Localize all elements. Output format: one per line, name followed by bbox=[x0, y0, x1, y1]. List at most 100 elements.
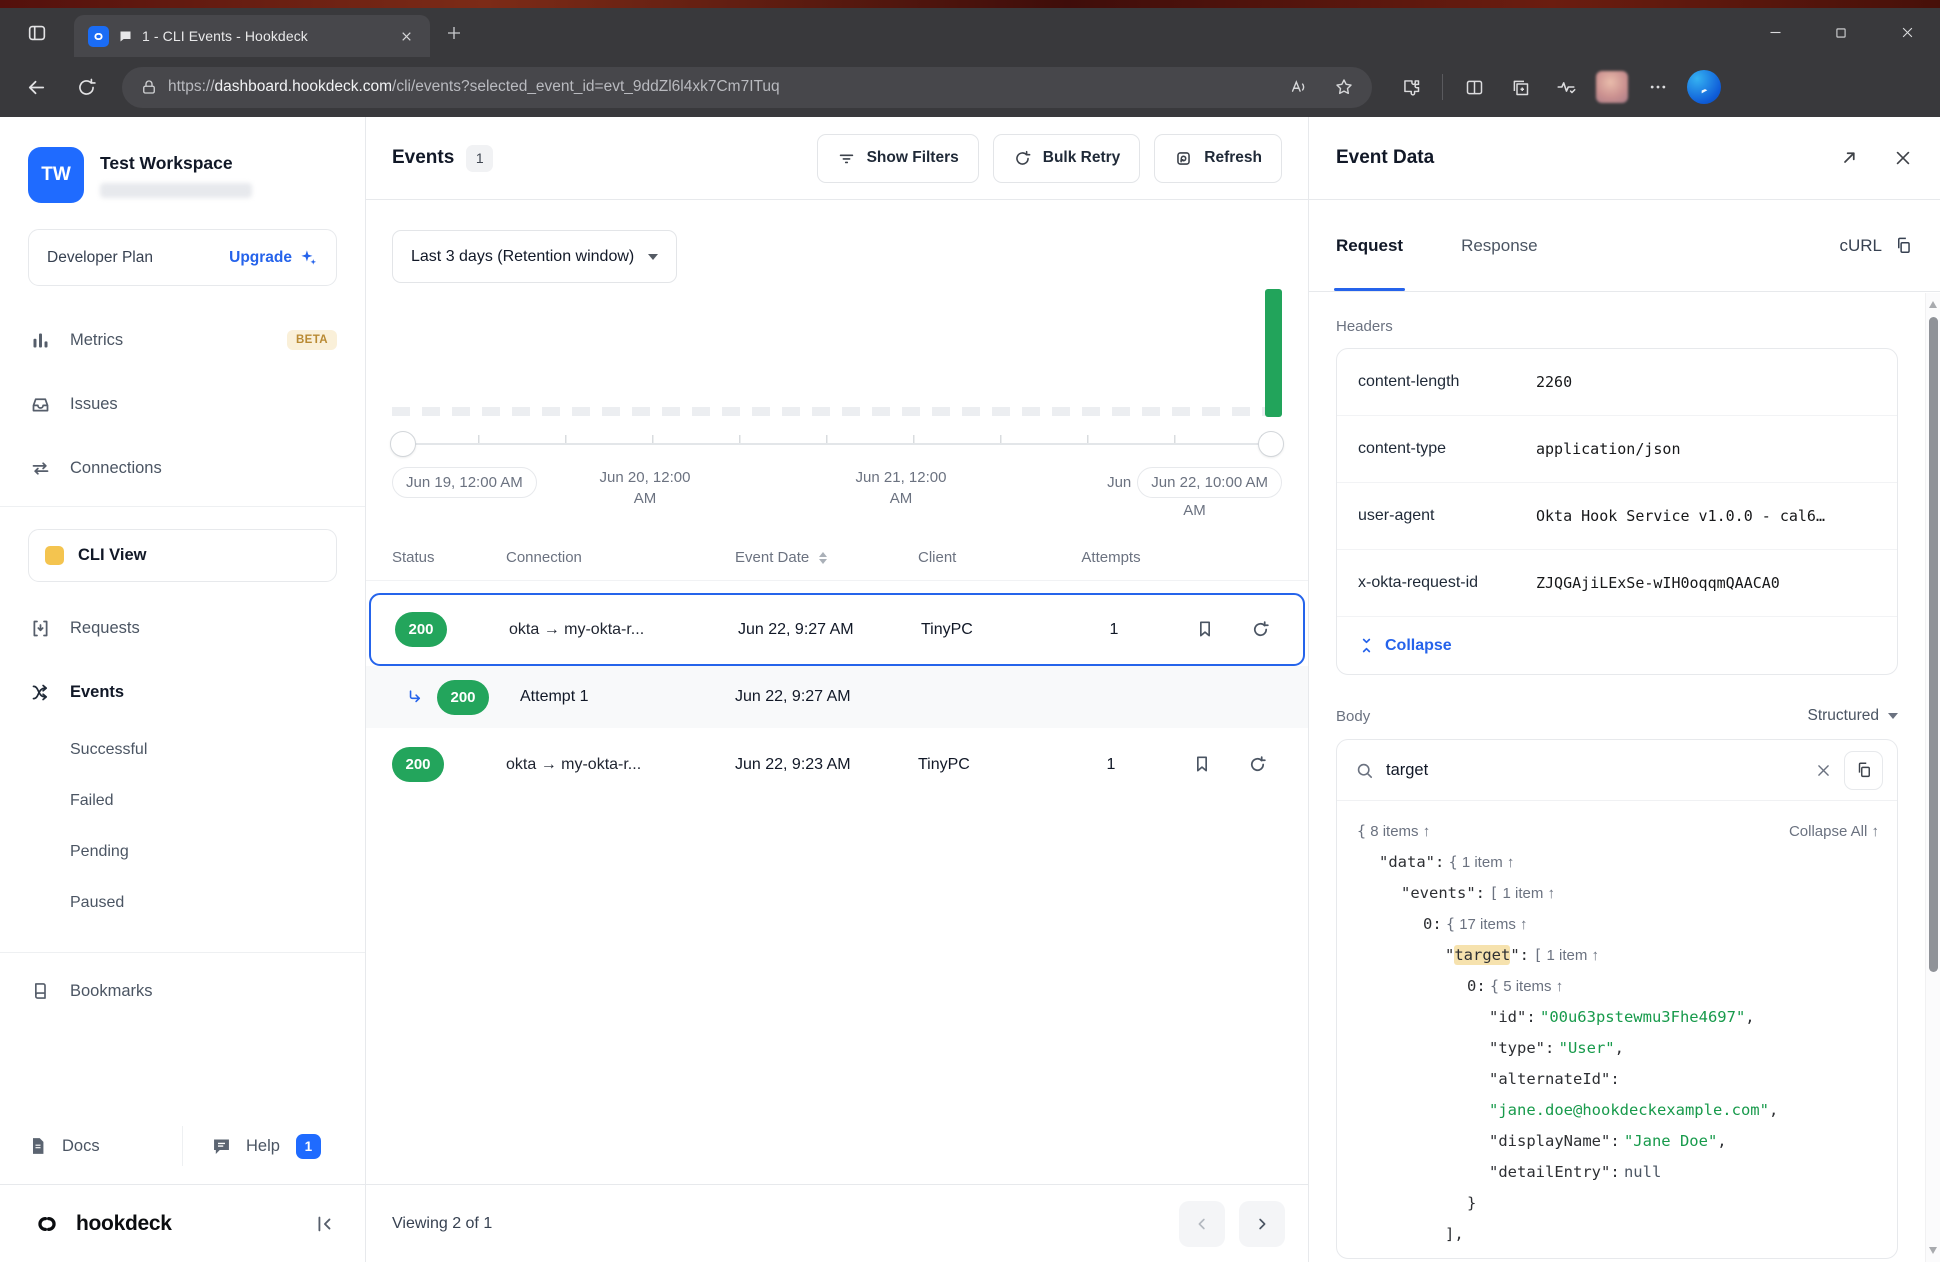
sidebar-item-paused[interactable]: Paused bbox=[0, 877, 365, 928]
timeline-label-end: Jun Jun 22, 10:00 AM AM bbox=[1107, 467, 1282, 519]
tab-close-button[interactable] bbox=[394, 24, 418, 48]
column-header-status[interactable]: Status bbox=[392, 549, 506, 566]
expand-panel-icon[interactable] bbox=[1838, 148, 1859, 169]
favorite-star-icon[interactable] bbox=[1326, 69, 1362, 105]
bing-copilot-icon[interactable] bbox=[1683, 66, 1725, 108]
bulk-retry-button[interactable]: Bulk Retry bbox=[993, 134, 1141, 183]
address-bar[interactable]: https://dashboard.hookdeck.com/cli/event… bbox=[122, 67, 1372, 108]
tab-response[interactable]: Response bbox=[1461, 200, 1538, 291]
scroll-down-arrow[interactable] bbox=[1929, 1247, 1937, 1254]
panel-header: Event Data bbox=[1309, 117, 1940, 200]
json-line[interactable]: 0: { 5 items ↑ bbox=[1357, 971, 1877, 1002]
tab-request[interactable]: Request bbox=[1336, 200, 1403, 291]
json-line[interactable]: "type": "User", bbox=[1357, 1033, 1877, 1064]
browser-essentials-icon[interactable] bbox=[1545, 66, 1587, 108]
collapse-headers-link[interactable]: Collapse bbox=[1337, 617, 1897, 674]
split-screen-icon[interactable] bbox=[1453, 66, 1495, 108]
sidebar-divider bbox=[0, 952, 365, 953]
browser-tab[interactable]: 1 - CLI Events - Hookdeck bbox=[74, 15, 430, 57]
settings-more-icon[interactable] bbox=[1637, 66, 1679, 108]
scroll-up-arrow[interactable] bbox=[1929, 301, 1937, 308]
event-row[interactable]: 200 okta → my-okta-r... Jun 22, 9:23 AM … bbox=[366, 728, 1308, 801]
json-line[interactable]: } bbox=[1357, 1188, 1877, 1219]
sidebar-item-events[interactable]: Events bbox=[0, 660, 365, 724]
tab-actions-button[interactable] bbox=[0, 8, 74, 57]
json-line[interactable]: "alternateId": bbox=[1357, 1064, 1877, 1095]
extensions-icon[interactable] bbox=[1390, 66, 1432, 108]
json-line[interactable]: "jane.doe@hookdeckexample.com", bbox=[1357, 1095, 1877, 1126]
histogram-bar-green[interactable] bbox=[1265, 289, 1282, 417]
header-key: content-type bbox=[1358, 440, 1536, 458]
column-header-client[interactable]: Client bbox=[918, 549, 1066, 566]
column-header-event-date[interactable]: Event Date bbox=[735, 549, 918, 566]
bookmark-icon[interactable] bbox=[1192, 754, 1212, 775]
back-button[interactable] bbox=[14, 65, 58, 109]
timeline-label-line2: AM bbox=[1107, 502, 1282, 519]
timeline-track[interactable] bbox=[392, 443, 1282, 445]
header-value: ZJQGAjiLExSe-wIH0oqqmQAACA0 bbox=[1536, 574, 1780, 592]
json-line[interactable]: "events": [ 1 item ↑ bbox=[1357, 878, 1877, 909]
collections-icon[interactable] bbox=[1499, 66, 1541, 108]
date-range-dropdown[interactable]: Last 3 days (Retention window) bbox=[392, 230, 677, 283]
events-histogram bbox=[392, 283, 1282, 416]
docs-link[interactable]: Docs bbox=[0, 1136, 182, 1156]
copy-body-button[interactable] bbox=[1844, 751, 1883, 790]
bookmark-icon[interactable] bbox=[1195, 619, 1215, 640]
json-line[interactable]: "detailEntry": null bbox=[1357, 1157, 1877, 1188]
sidebar-item-metrics[interactable]: Metrics BETA bbox=[0, 308, 365, 372]
search-icon bbox=[1355, 761, 1374, 780]
cli-view-selector[interactable]: CLI View bbox=[28, 529, 337, 582]
json-line[interactable]: "target": [ 1 item ↑ bbox=[1357, 940, 1877, 971]
close-window-button[interactable] bbox=[1874, 8, 1940, 57]
json-line[interactable]: ], bbox=[1357, 1219, 1877, 1250]
show-filters-button[interactable]: Show Filters bbox=[817, 134, 979, 183]
close-panel-icon[interactable] bbox=[1893, 148, 1913, 169]
json-comma: , bbox=[1717, 1132, 1726, 1150]
attempt-row[interactable]: 200 Attempt 1 Jun 22, 9:27 AM bbox=[366, 666, 1308, 728]
collapse-sidebar-button[interactable] bbox=[313, 1213, 335, 1235]
body-search-input[interactable] bbox=[1386, 761, 1803, 780]
column-header-attempts[interactable]: Attempts bbox=[1066, 549, 1156, 566]
previous-page-button[interactable] bbox=[1179, 1201, 1225, 1247]
slider-handle-right[interactable] bbox=[1258, 431, 1284, 457]
profile-avatar[interactable] bbox=[1591, 66, 1633, 108]
retry-event-icon[interactable] bbox=[1250, 619, 1271, 640]
sidebar-spacer bbox=[0, 1023, 365, 1114]
panel-scrollbar[interactable] bbox=[1925, 293, 1940, 1262]
json-line[interactable]: "data": { 1 item ↑ bbox=[1357, 847, 1877, 878]
json-line[interactable]: 0: { 17 items ↑ bbox=[1357, 909, 1877, 940]
hookdeck-brand-text: hookdeck bbox=[76, 1212, 172, 1236]
next-page-button[interactable] bbox=[1239, 1201, 1285, 1247]
curl-label: cURL bbox=[1839, 236, 1882, 256]
event-row-selected[interactable]: 200 okta → my-okta-r... Jun 22, 9:27 AM … bbox=[369, 593, 1305, 666]
refresh-button[interactable]: Refresh bbox=[1154, 134, 1282, 183]
upgrade-link[interactable]: Upgrade bbox=[229, 248, 318, 267]
retry-event-icon[interactable] bbox=[1247, 754, 1268, 775]
url-scheme: https:// bbox=[168, 78, 215, 95]
sidebar-item-successful[interactable]: Successful bbox=[0, 724, 365, 775]
new-tab-button[interactable] bbox=[430, 8, 478, 57]
maximize-button[interactable] bbox=[1808, 8, 1874, 57]
sidebar-item-pending[interactable]: Pending bbox=[0, 826, 365, 877]
json-line[interactable]: "id": "00u63pstewmu3Fhe4697", bbox=[1357, 1002, 1877, 1033]
refresh-icon bbox=[1174, 149, 1193, 168]
sidebar-item-bookmarks[interactable]: Bookmarks bbox=[0, 959, 365, 1023]
read-aloud-icon[interactable] bbox=[1280, 69, 1316, 105]
scrollbar-thumb[interactable] bbox=[1929, 317, 1938, 972]
sidebar-item-issues[interactable]: Issues bbox=[0, 372, 365, 436]
json-line[interactable]: "displayName": "Jane Doe", bbox=[1357, 1126, 1877, 1157]
collapse-all-link[interactable]: Collapse All ↑ bbox=[1789, 816, 1879, 847]
refresh-page-button[interactable] bbox=[64, 65, 108, 109]
column-header-connection[interactable]: Connection bbox=[506, 549, 735, 566]
help-link[interactable]: Help 1 bbox=[183, 1134, 365, 1159]
sort-icon[interactable] bbox=[819, 552, 827, 564]
body-view-dropdown[interactable]: Structured bbox=[1807, 707, 1898, 725]
clear-search-icon[interactable] bbox=[1815, 762, 1832, 779]
sidebar-item-connections[interactable]: Connections bbox=[0, 436, 365, 500]
slider-handle-left[interactable] bbox=[390, 431, 416, 457]
sidebar-item-requests[interactable]: Requests bbox=[0, 596, 365, 660]
workspace-switcher[interactable]: TW Test Workspace bbox=[28, 147, 337, 203]
minimize-button[interactable] bbox=[1742, 8, 1808, 57]
sidebar-item-failed[interactable]: Failed bbox=[0, 775, 365, 826]
curl-copy-button[interactable]: cURL bbox=[1839, 236, 1913, 256]
